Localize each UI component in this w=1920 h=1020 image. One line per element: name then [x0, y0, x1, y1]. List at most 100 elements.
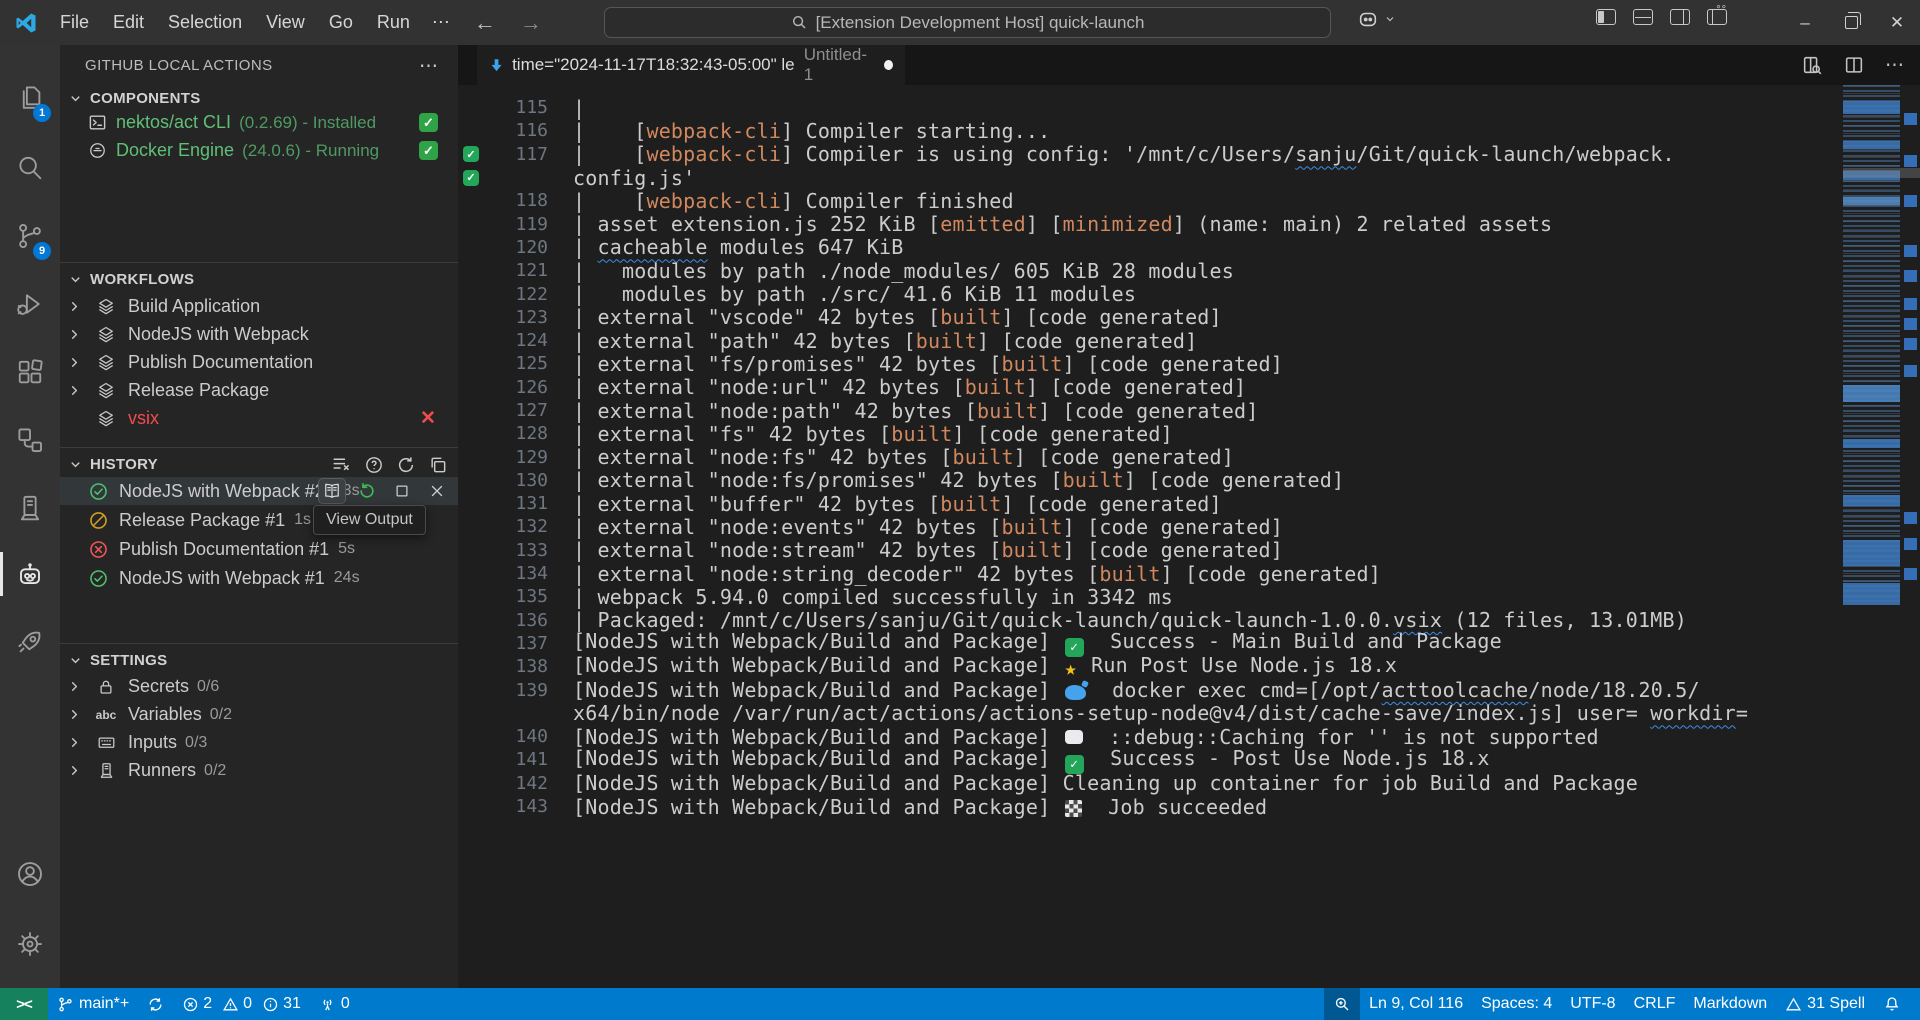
history-section-header[interactable]: HISTORY: [60, 452, 458, 477]
account-icon: [15, 859, 45, 889]
minimap-slider[interactable]: [1843, 168, 1920, 178]
workflow-label: Build Application: [128, 296, 260, 317]
component-item[interactable]: nektos/act CLI(0.2.69) - Installed✓: [60, 109, 458, 136]
activity-github-local-actions-icon[interactable]: [0, 550, 60, 598]
toggle-secondary-sidebar-icon[interactable]: [1670, 9, 1690, 25]
settings-runners[interactable]: Runners0/2: [60, 757, 458, 784]
close-button[interactable]: ✕: [1874, 0, 1920, 45]
activity-remote-machine-icon[interactable]: [0, 484, 60, 532]
line-number: 143: [484, 796, 548, 817]
chevron-down-icon: [1384, 13, 1396, 25]
activity-settings-gear-icon[interactable]: [0, 920, 60, 968]
activity-explorer-icon[interactable]: 1: [0, 74, 60, 122]
activity-source-control-icon[interactable]: 9: [0, 212, 60, 260]
copilot-menu[interactable]: [1357, 8, 1396, 30]
toggle-panel-icon[interactable]: [1633, 9, 1653, 25]
code-line: 124| external "path" 42 bytes [built] [c…: [458, 329, 1843, 352]
restore-button[interactable]: [1828, 0, 1874, 45]
tab-untitled-1[interactable]: time="2024-11-17T18:32:43-05:00" level=i…: [477, 45, 905, 85]
sidebar-more-actions-icon[interactable]: ⋯: [415, 51, 444, 82]
activity-account-icon[interactable]: [0, 850, 60, 898]
toggle-primary-sidebar-icon[interactable]: [1596, 9, 1616, 25]
line-text: | external "fs/promises" 42 bytes [built…: [548, 352, 1283, 376]
eol-sequence[interactable]: CRLF: [1625, 988, 1685, 1020]
history-item[interactable]: Publish Documentation #15s: [60, 535, 458, 563]
line-text: | modules by path ./src/ 41.6 KiB 11 mod…: [548, 282, 1136, 306]
indentation[interactable]: Spaces: 4: [1472, 988, 1561, 1020]
activity-search-icon[interactable]: [0, 144, 60, 192]
line-text: [NodeJS with Webpack/Build and Package] …: [548, 795, 1267, 819]
workflow-publish-documentation[interactable]: Publish Documentation: [60, 349, 458, 376]
extensions-icon: [15, 357, 45, 387]
history-duration: 5s: [338, 540, 355, 558]
chevron-right-icon: [67, 707, 82, 722]
branch-item[interactable]: main*+: [48, 988, 138, 1020]
menu-edit[interactable]: Edit: [101, 7, 156, 38]
sync-button[interactable]: [138, 988, 173, 1020]
menu-run[interactable]: Run: [365, 7, 422, 38]
clear-history-icon[interactable]: [331, 454, 352, 475]
spell-checker[interactable]: 31 Spell: [1776, 988, 1874, 1020]
more-editor-actions-icon[interactable]: ⋯: [1885, 54, 1906, 77]
menu-view[interactable]: View: [254, 7, 317, 38]
help-icon[interactable]: [364, 455, 384, 475]
code-line: 119| asset extension.js 252 KiB [emitted…: [458, 212, 1843, 235]
problems-item[interactable]: 2 0 31: [173, 988, 310, 1020]
history-item[interactable]: NodeJS with Webpack #124s: [60, 564, 458, 592]
menu-selection[interactable]: Selection: [156, 7, 254, 38]
settings-secrets[interactable]: Secrets0/6: [60, 673, 458, 700]
modified-dot-icon[interactable]: [884, 60, 893, 70]
history-item[interactable]: NodeJS with Webpack #223s: [60, 477, 458, 505]
view-output-button[interactable]: [319, 479, 345, 503]
activity-references-icon[interactable]: [0, 416, 60, 464]
component-status: (24.0.6) - Running: [242, 141, 379, 161]
cursor-position[interactable]: Ln 9, Col 116: [1360, 988, 1472, 1020]
menu-go[interactable]: Go: [317, 7, 365, 38]
code-line: ✓config.js': [458, 166, 1843, 189]
activity-run-debug-icon[interactable]: [0, 280, 60, 328]
activity-rocket-icon[interactable]: [0, 618, 60, 666]
component-item[interactable]: Docker Engine(24.0.6) - Running✓: [60, 137, 458, 164]
split-editor-icon[interactable]: [1843, 54, 1865, 76]
ports-item[interactable]: 0: [310, 988, 359, 1020]
stop-button[interactable]: [389, 479, 415, 503]
settings-section-header[interactable]: SETTINGS: [60, 648, 458, 673]
menu-overflow-icon[interactable]: ⋯: [422, 7, 462, 38]
settings-inputs[interactable]: Inputs0/3: [60, 729, 458, 756]
chevron-down-icon: [68, 457, 83, 472]
settings-variables[interactable]: abcVariables0/2: [60, 701, 458, 728]
minimap[interactable]: [1843, 85, 1900, 605]
customize-layout-icon[interactable]: [1707, 9, 1727, 25]
refresh-icon[interactable]: [396, 455, 416, 475]
components-section-header[interactable]: COMPONENTS: [60, 86, 458, 111]
code-line: 129| external "node:fs" 42 bytes [built]…: [458, 445, 1843, 468]
workflow-build-application[interactable]: Build Application: [60, 293, 458, 320]
code-line: 130| external "node:fs/promises" 42 byte…: [458, 469, 1843, 492]
nav-forward-icon[interactable]: →: [508, 10, 554, 36]
chevron-right-icon[interactable]: [60, 355, 88, 370]
language-mode[interactable]: Markdown: [1684, 988, 1776, 1020]
minimize-button[interactable]: –: [1782, 0, 1828, 45]
workflow-vsix[interactable]: vsix✕: [60, 405, 458, 432]
chevron-right-icon[interactable]: [60, 327, 88, 342]
workflow-release-package[interactable]: Release Package: [60, 377, 458, 404]
dismiss-icon[interactable]: [424, 479, 450, 503]
workflows-section-header[interactable]: WORKFLOWS: [60, 267, 458, 292]
menu-file[interactable]: File: [48, 7, 101, 38]
notifications-bell[interactable]: [1874, 988, 1910, 1020]
copy-history-icon[interactable]: [428, 455, 448, 475]
chevron-right-icon[interactable]: [60, 383, 88, 398]
encoding[interactable]: UTF-8: [1561, 988, 1624, 1020]
command-center-search[interactable]: [Extension Development Host] quick-launc…: [604, 7, 1331, 38]
rerun-button[interactable]: [354, 479, 380, 503]
code-area[interactable]: 115|116| [webpack-cli] Compiler starting…: [458, 85, 1843, 988]
activity-extensions-icon[interactable]: [0, 348, 60, 396]
zoom-indicator[interactable]: [1324, 988, 1360, 1020]
search-icon: [15, 153, 45, 183]
workflow-nodejs-with-webpack[interactable]: NodeJS with Webpack: [60, 321, 458, 348]
chevron-right-icon[interactable]: [60, 299, 88, 314]
nav-back-icon[interactable]: ←: [462, 10, 508, 36]
remote-indicator[interactable]: ><: [0, 988, 48, 1020]
open-preview-icon[interactable]: [1801, 54, 1823, 76]
line-number: 131: [484, 493, 548, 514]
